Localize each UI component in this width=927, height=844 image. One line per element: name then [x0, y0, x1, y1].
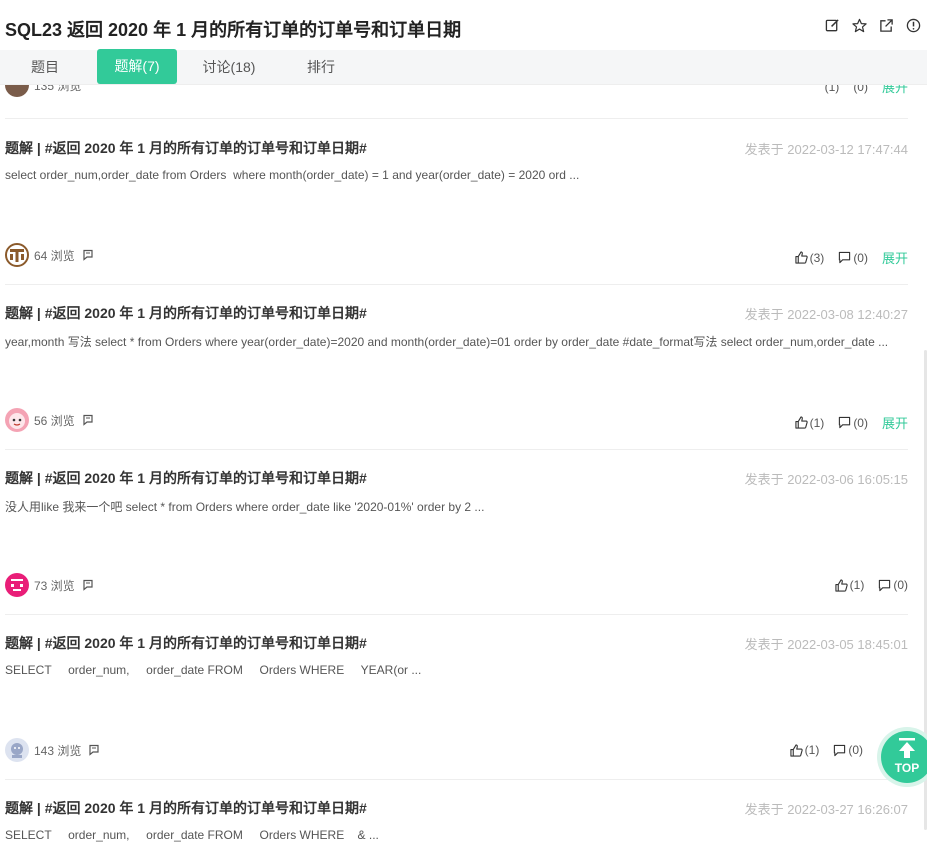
expand-link[interactable]: 展开: [882, 248, 908, 267]
divider: [5, 614, 908, 615]
post-excerpt[interactable]: select order_num,order_date from Orders …: [5, 168, 579, 182]
comment-icon: [834, 744, 846, 756]
header: SQL23 返回 2020 年 1 月的所有订单的订单号和订单日期: [0, 0, 927, 50]
star-icon[interactable]: [852, 18, 867, 33]
divider: [5, 779, 908, 780]
comment-count: (0): [853, 250, 868, 265]
comment-count: (0): [853, 85, 868, 94]
post-date: 发表于 2022-03-05 18:45:01: [744, 637, 908, 652]
post-meta: 143 浏览: [5, 738, 100, 762]
post-title[interactable]: 题解 | #返回 2020 年 1 月的所有订单的订单号和订单日期#: [5, 633, 367, 653]
thumbs-up-icon: [795, 416, 808, 429]
comment-button[interactable]: (0): [878, 578, 908, 592]
like-button[interactable]: (1): [795, 415, 825, 430]
view-count: 73 浏览: [34, 578, 75, 593]
thumbs-up-icon: [790, 743, 803, 757]
comment-count: (0): [848, 743, 863, 757]
post-excerpt[interactable]: SELECT order_num, order_date FROM Orders…: [5, 663, 421, 677]
post-title[interactable]: 题解 | #返回 2020 年 1 月的所有订单的订单号和订单日期#: [5, 303, 367, 323]
comment-count: (0): [893, 578, 908, 592]
post-excerpt[interactable]: year,month 写法 select * from Orders where…: [5, 333, 888, 350]
post-date: 发表于 2022-03-08 12:40:27: [744, 307, 908, 322]
thumbs-up-icon: [795, 251, 808, 264]
comment-icon: [839, 416, 851, 429]
like-count: (1): [849, 578, 865, 592]
post-actions: (1) (0): [776, 743, 863, 757]
back-to-top-button[interactable]: TOP: [881, 731, 927, 783]
like-button[interactable]: (1): [835, 578, 865, 592]
divider: [5, 118, 908, 119]
comment-icon: [879, 579, 891, 591]
tab-discussion[interactable]: 讨论(18): [195, 50, 263, 85]
tab-bar: 题目 题解(7) 讨论(18) 排行: [0, 49, 927, 85]
post-excerpt[interactable]: 没人用like 我来一个吧 select * from Orders where…: [5, 498, 484, 515]
avatar[interactable]: [5, 85, 29, 97]
avatar[interactable]: [5, 738, 29, 762]
avatar[interactable]: [5, 243, 29, 267]
view-count: 64 浏览: [34, 248, 75, 263]
post-date: 发表于 2022-03-12 17:47:44: [744, 142, 908, 157]
like-count: (1): [804, 743, 820, 757]
share-to-feed-icon[interactable]: [82, 414, 94, 426]
tab-ranking[interactable]: 排行: [296, 50, 346, 85]
like-count: (1): [809, 415, 825, 430]
post-title[interactable]: 题解 | #返回 2020 年 1 月的所有订单的订单号和订单日期#: [5, 138, 367, 158]
arrow-up-icon: [899, 738, 915, 758]
tab-solutions[interactable]: 题解(7): [97, 49, 177, 84]
expand-link[interactable]: 展开: [882, 85, 908, 96]
post-actions: (1) (0) 展开: [781, 413, 908, 432]
view-count: 143 浏览: [34, 743, 82, 758]
comment-button[interactable]: (0): [838, 416, 868, 430]
back-to-top-label: TOP: [894, 761, 920, 775]
like-button[interactable]: (1): [825, 85, 840, 94]
avatar[interactable]: [5, 408, 29, 432]
view-count: 135 浏览: [34, 85, 82, 93]
divider: [5, 284, 908, 285]
like-count: (1): [824, 85, 840, 94]
edit-icon[interactable]: [825, 18, 840, 33]
like-count: (3): [809, 250, 825, 265]
post-meta: 73 浏览: [5, 573, 94, 597]
avatar[interactable]: [5, 573, 29, 597]
solution-feed[interactable]: 135 浏览 (1) (0) 展开 题解 | #返回 2020 年 1 月的所有…: [0, 85, 927, 844]
page-title: SQL23 返回 2020 年 1 月的所有订单的订单号和订单日期: [5, 20, 462, 40]
header-icons: [825, 18, 921, 33]
share-icon[interactable]: [879, 18, 894, 33]
comment-button[interactable]: (0): [833, 743, 863, 757]
comment-button[interactable]: (0): [838, 251, 868, 265]
share-to-feed-icon[interactable]: [88, 744, 100, 756]
view-count: 56 浏览: [34, 413, 75, 428]
share-to-feed-icon[interactable]: [82, 579, 94, 591]
post-title[interactable]: 题解 | #返回 2020 年 1 月的所有订单的订单号和订单日期#: [5, 798, 367, 818]
comment-icon: [839, 251, 851, 264]
report-icon[interactable]: [906, 18, 921, 33]
post-excerpt[interactable]: SELECT order_num, order_date FROM Orders…: [5, 828, 379, 842]
post-actions: (3) (0) 展开: [781, 248, 908, 267]
comment-button[interactable]: (0): [853, 85, 868, 94]
expand-link[interactable]: 展开: [882, 413, 908, 432]
post-meta: 135 浏览: [5, 85, 81, 97]
post-meta: 64 浏览: [5, 243, 94, 267]
share-to-feed-icon[interactable]: [82, 249, 94, 261]
post-actions: (1) (0) 展开: [811, 85, 908, 96]
tab-problem[interactable]: 题目: [18, 50, 72, 85]
post-actions: (1) (0): [821, 578, 908, 592]
thumbs-up-icon: [835, 578, 848, 592]
like-button[interactable]: (3): [795, 250, 825, 265]
divider: [5, 449, 908, 450]
comment-count: (0): [853, 415, 868, 430]
post-meta: 56 浏览: [5, 408, 94, 432]
post-date: 发表于 2022-03-06 16:05:15: [744, 472, 908, 487]
post-date: 发表于 2022-03-27 16:26:07: [744, 802, 908, 817]
like-button[interactable]: (1): [790, 743, 820, 757]
post-title[interactable]: 题解 | #返回 2020 年 1 月的所有订单的订单号和订单日期#: [5, 468, 367, 488]
